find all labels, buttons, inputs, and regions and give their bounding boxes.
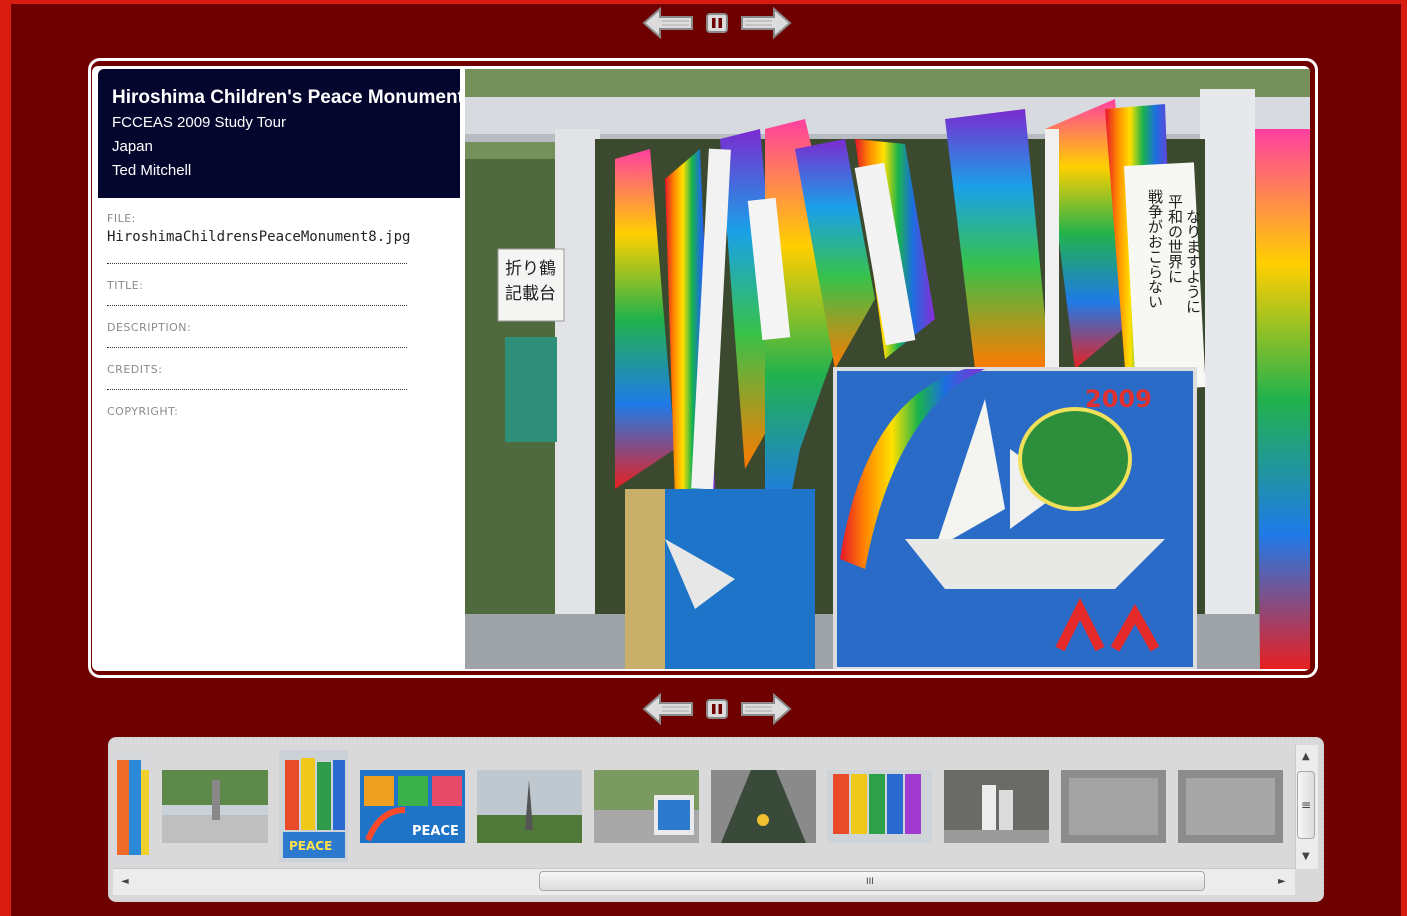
meta-title: TITLE: [107,279,407,306]
thumbnail-3-label: PEACE [289,839,332,853]
scroll-right-icon[interactable]: ► [1278,877,1286,887]
thumbnail-6[interactable] [594,770,699,843]
slideshow-controls-top [642,6,792,40]
scroll-up-icon[interactable]: ▲ [1302,752,1310,762]
thumbnail-7[interactable] [711,770,816,843]
file-label: FILE: [107,212,136,225]
meta-file: FILE: HiroshimaChildrensPeaceMonument8.j… [107,212,411,264]
divider [107,389,407,390]
meta-credits: CREDITS: [107,363,407,390]
caption-line-author: Ted Mitchell [112,162,192,179]
prayer-text-2: 平和の世界に [1166,194,1184,284]
divider [107,305,407,306]
divider [107,263,407,264]
thumbnail-4[interactable]: PEACE [360,770,465,843]
next-arrow-icon[interactable] [738,692,792,726]
prayer-text-3: なりますように [1184,209,1202,314]
scroll-down-icon[interactable]: ▼ [1302,852,1310,862]
thumbnail-10[interactable] [1061,770,1166,843]
credits-label: CREDITS: [107,363,163,376]
caption-line-country: Japan [112,138,153,155]
page-frame-left [0,0,11,916]
prayer-text-1: 戦争がおこらない [1146,189,1164,309]
caption-line-tour: FCCEAS 2009 Study Tour [112,114,286,131]
title-label: TITLE: [107,279,144,292]
caption-box: Hiroshima Children's Peace Monument FCCE… [98,69,460,198]
thumbnail-8[interactable] [827,770,932,843]
thumbnail-4-label: PEACE [412,824,459,839]
pause-icon[interactable] [704,692,730,726]
copyright-label: COPYRIGHT: [107,405,179,418]
pause-icon[interactable] [704,6,730,40]
next-arrow-icon[interactable] [738,6,792,40]
file-value: HiroshimaChildrensPeaceMonument8.jpg [107,229,411,245]
caption-title: Hiroshima Children's Peace Monument [112,87,460,108]
main-photo[interactable]: 折り鶴 記載台 戦争がおこらない 平和の世界に なりますように 2009 [465,69,1310,669]
thumbnail-1[interactable] [113,750,151,862]
thumbnail-2[interactable] [162,770,268,843]
meta-description: DESCRIPTION: [107,321,407,348]
scroll-left-icon[interactable]: ◄ [121,877,129,887]
page-frame-top [0,0,1407,4]
vertical-grip-icon: ≡ [1301,798,1312,812]
sign-text-line1: 折り鶴 [505,259,556,279]
page-frame-right [1401,0,1407,916]
description-label: DESCRIPTION: [107,321,192,334]
meta-copyright: COPYRIGHT: [107,405,407,418]
mosaic-year: 2009 [1085,385,1152,413]
thumbnail-11[interactable] [1178,770,1283,843]
divider [107,347,407,348]
thumbnail-5[interactable] [477,770,582,843]
previous-arrow-icon[interactable] [642,692,696,726]
thumbnail-3[interactable]: PEACE [279,750,348,862]
sign-text-line2: 記載台 [505,284,556,304]
horizontal-grip-icon: III [866,877,874,887]
previous-arrow-icon[interactable] [642,6,696,40]
slideshow-controls-bottom [642,692,792,726]
thumbnail-9[interactable] [944,770,1049,843]
